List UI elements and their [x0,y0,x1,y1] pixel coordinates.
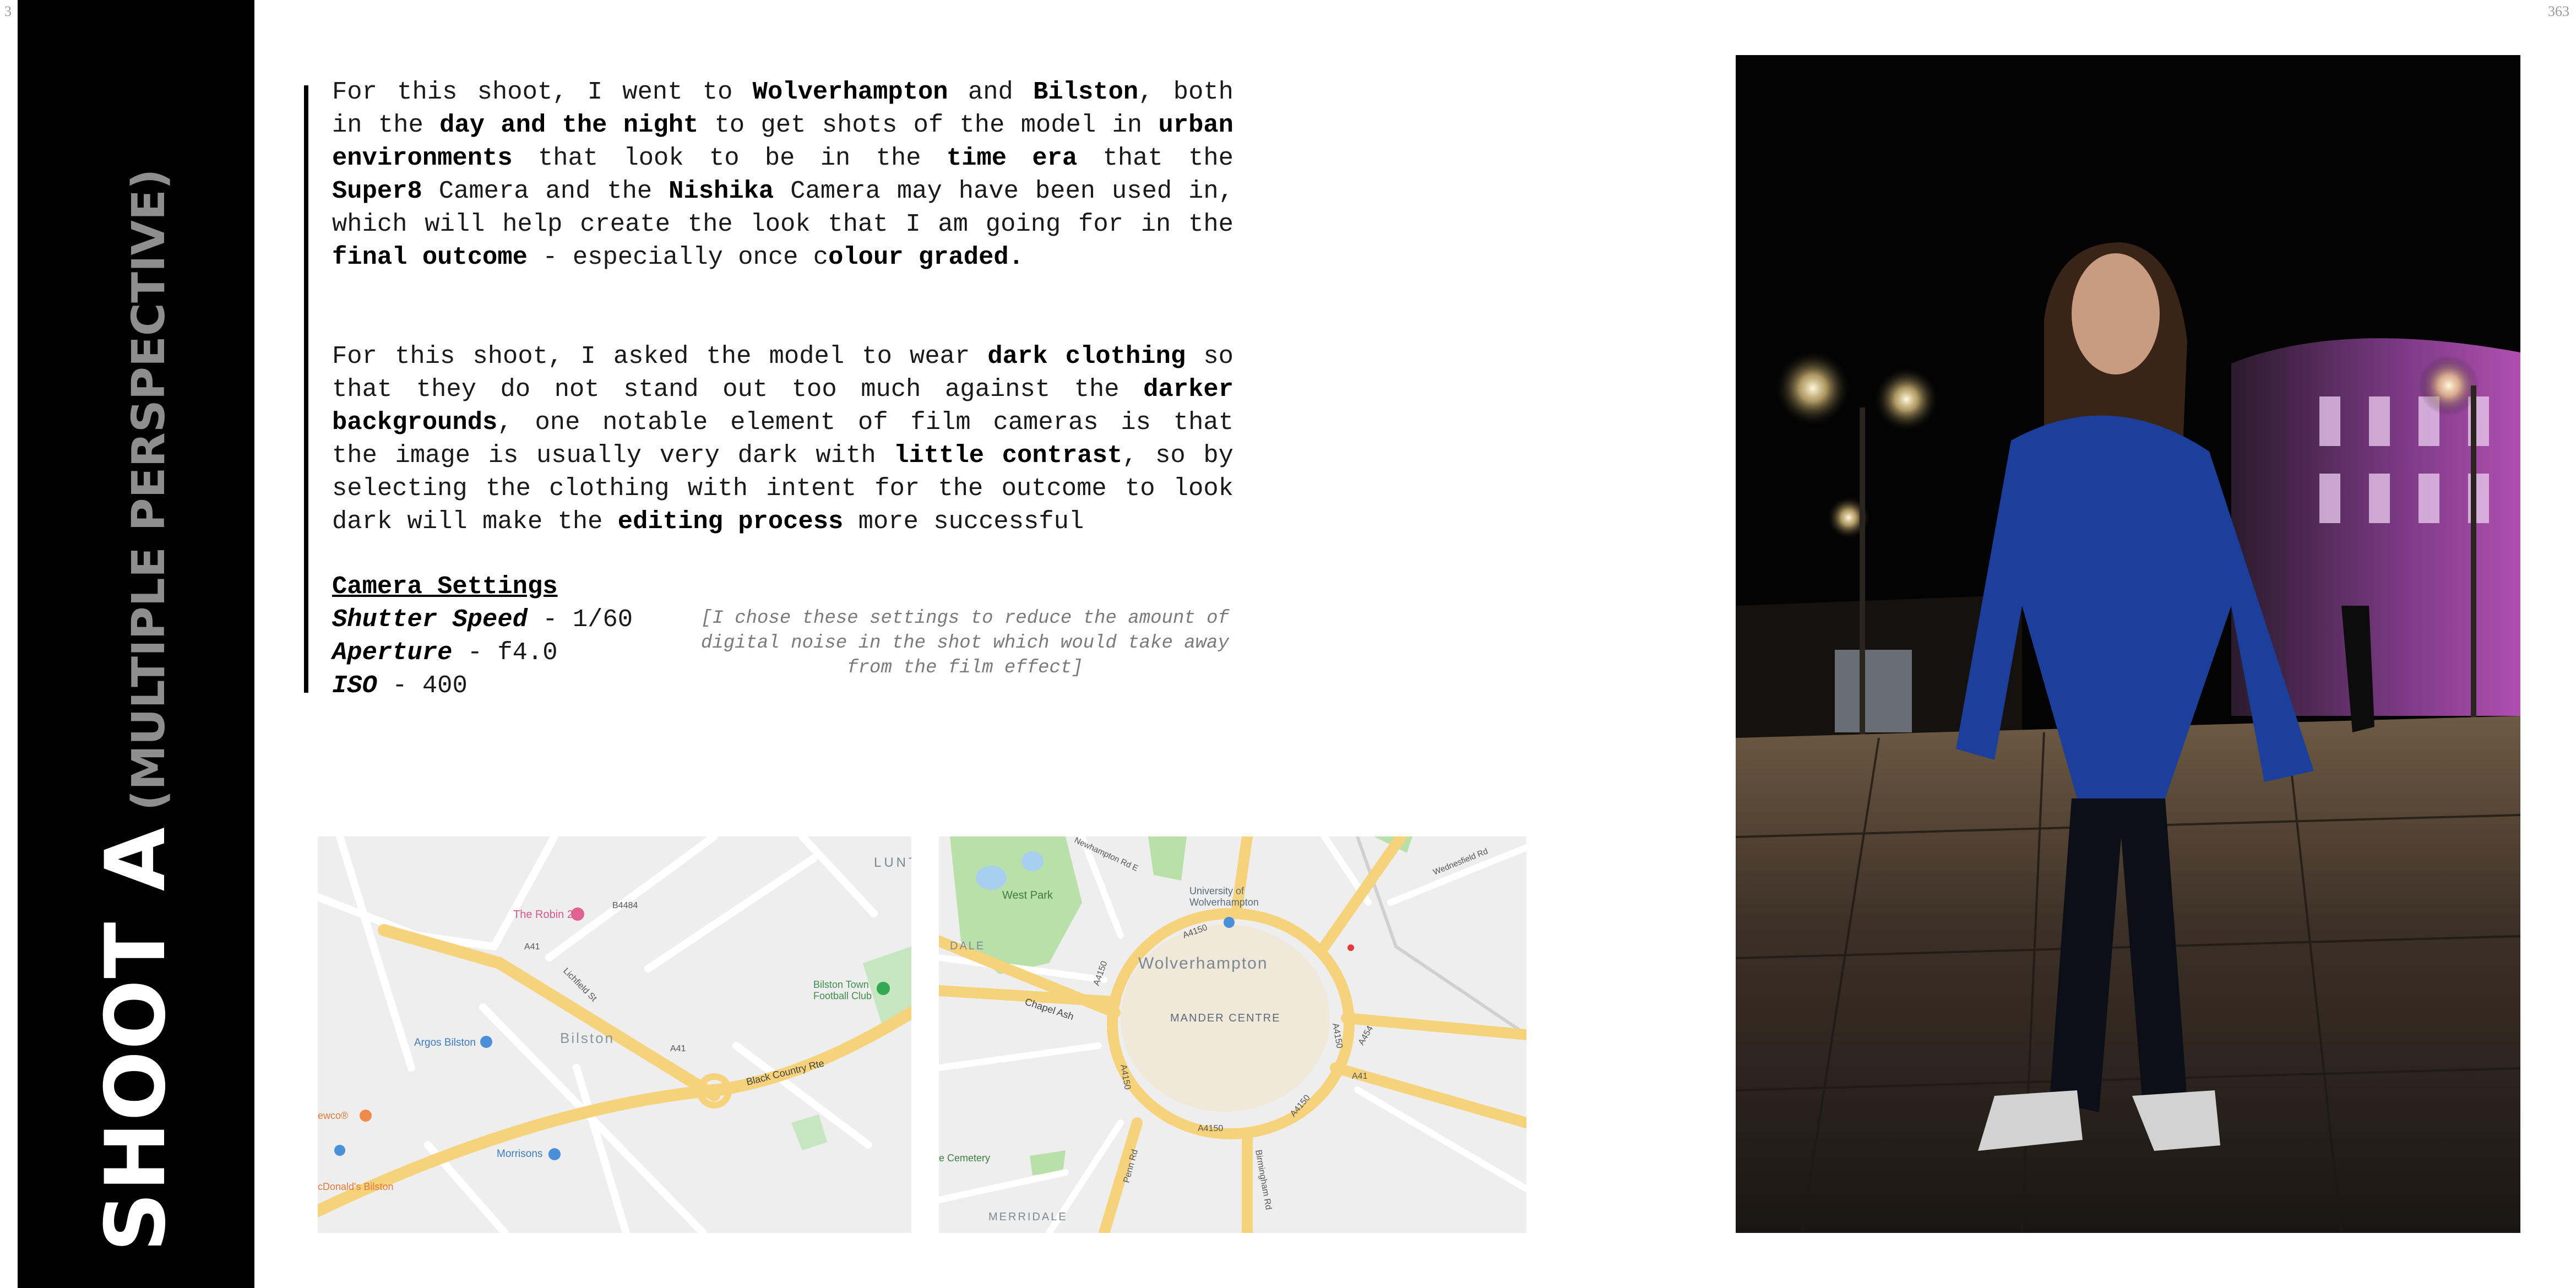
street-lamp-glow [1873,366,1939,432]
map-label-morrisons: Morrisons [497,1148,542,1160]
lake [1021,851,1044,871]
camera-settings-heading: Camera Settings [332,572,558,601]
setting-label: Aperture [332,638,453,667]
setting-shutter-speed: Shutter Speed - 1/60 [332,603,718,636]
side-title-main: SHOOT A [88,826,184,1252]
setting-aperture: Aperture - f4.0 [332,636,718,669]
map-label-west-park: West Park [1002,889,1053,901]
map-label-merridale: MERRIDALE [988,1211,1068,1223]
side-title: SHOOT A (MULTIPLE PERSPECTIVE) [88,169,184,1252]
emphasis-text: Bilston [1033,78,1139,106]
camera-settings: Camera Settings Shutter Speed - 1/60 Ape… [332,570,718,702]
page-number-left: 3 [4,3,12,19]
page-number-right: 363 [2548,3,2569,19]
map-label-wolverhampton: Wolverhampton [1138,954,1268,972]
model-face [2072,253,2160,374]
map-label-newco: ewco® [318,1110,348,1121]
poi-pin-red [1347,944,1354,951]
emphasis-text: time era [946,144,1078,172]
emphasis-text: Super8 [332,177,422,205]
poi-pin-orange [360,1110,372,1122]
settings-note: [I chose these settings to reduce the am… [701,608,1229,678]
street-lamp-glow [1774,350,1851,427]
emphasis-text: little contrast [894,441,1123,470]
map-label-bilston: Bilston [560,1030,615,1046]
shop-window [1835,650,1912,732]
emphasis-text: final outcome [332,243,528,271]
street-lamp-glow [2419,355,2479,416]
map-label-football: Bilston Town Football Club [813,979,872,1002]
lake [976,866,1007,890]
emphasis-text: Nishika [669,177,774,205]
emphasis-text: dark clothing [987,342,1186,371]
poi-pin-green [877,982,890,995]
setting-value: - 1/60 [527,605,633,634]
map-wolverhampton: West Park DALE University of Wolverhampto… [939,836,1526,1233]
lamp-post [2471,385,2476,771]
setting-iso: ISO - 400 [332,669,718,702]
emphasis-text: editing process [617,507,844,536]
body-text: For this shoot, I went to [332,78,753,106]
map-label-cemetery: e Cemetery [939,1153,990,1164]
body-text: and [948,78,1034,106]
map-label-mcdonalds: cDonald's Bilston [318,1181,394,1192]
map-label-argos: Argos Bilston [414,1037,476,1048]
map-bilston: LUNT The Robin 2 Bilston Bilston TownFoo… [318,836,911,1233]
map-label-a4150: A4150 [1198,1124,1223,1133]
body-text: more successful [843,507,1084,536]
side-title-sub: (MULTIPLE PERSPECTIVE) [123,169,175,811]
map-label-a41: A41 [670,1044,686,1053]
night-portrait-photo [1736,55,2520,1233]
poi-pin-blue [548,1148,561,1160]
map-label-mander: MANDER CENTRE [1170,1012,1280,1024]
body-text: Camera and the [422,177,669,205]
paragraph-clothing: For this shoot, I asked the model to wea… [332,340,1233,538]
map-label-robin: The Robin 2 [513,909,573,921]
map-label-dale: DALE [950,940,985,952]
map-label-lunt: LUNT [874,855,911,870]
poi-pin-blue [480,1036,492,1048]
setting-label: Shutter Speed [332,605,528,634]
poi-pin-blue [334,1145,345,1156]
setting-value: - f4.0 [452,638,558,667]
body-text: to get shots of the model in [698,111,1159,139]
poi-pin-blue [1224,917,1235,928]
body-text: that the [1077,144,1233,172]
body-text: For this shoot, I asked the model to wea… [332,342,988,371]
emphasis-text: Wolverhampton [752,78,948,106]
body-text: - especially once c [527,243,829,271]
paragraph-location: For this shoot, I went to Wolverhampton … [332,75,1233,274]
park-area [1148,836,1187,881]
map-label-a41: A41 [524,942,540,952]
text-margin-rule [304,85,308,693]
setting-value: - 400 [377,671,468,700]
setting-label: ISO [332,671,377,700]
emphasis-text: olour graded. [828,243,1024,271]
map-label-b4484: B4484 [612,901,638,910]
map-label-a41: A41 [1352,1072,1368,1081]
body-text: that look to be in the [512,144,947,172]
emphasis-text: day and the night [439,111,699,139]
